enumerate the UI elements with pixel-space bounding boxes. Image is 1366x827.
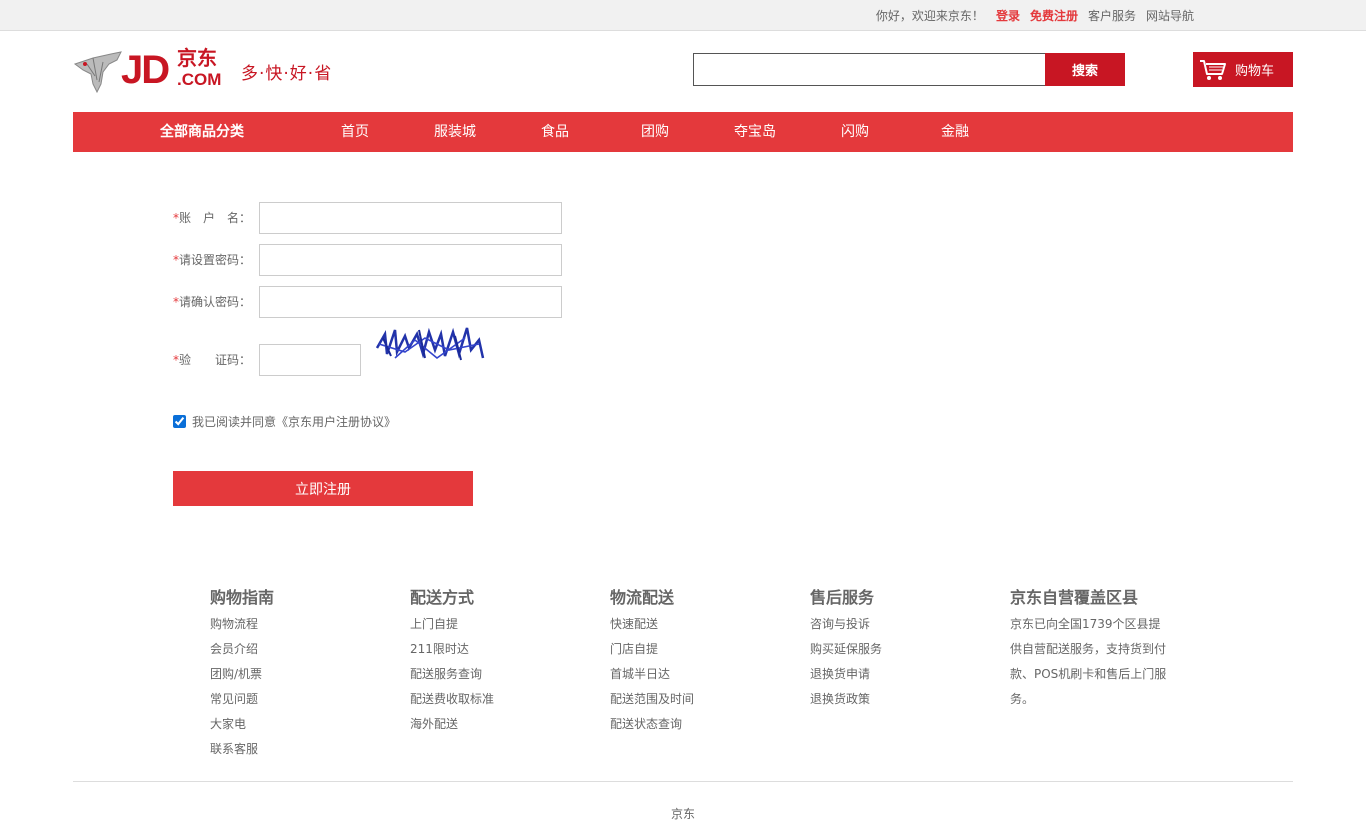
footer-link[interactable]: 购买延保服务 [810, 637, 882, 662]
greeting-text: 你好，欢迎来京东！ [875, 9, 984, 23]
customer-service-link[interactable]: 客户服务 [1088, 7, 1136, 24]
logo-com-text: .COM [177, 70, 222, 89]
footer-column-title: 京东自营覆盖区县 [1010, 588, 1139, 607]
footer-link[interactable]: 配送费收取标准 [410, 687, 494, 712]
username-row: *账 户 名： [173, 202, 673, 234]
footer-link[interactable]: 常见问题 [210, 687, 274, 712]
footer-column-delivery-methods: 配送方式 上门自提 211限时达 配送服务查询 配送费收取标准 海外配送 [410, 586, 494, 737]
main-nav: 全部商品分类 首页 服装城 食品 团购 夺宝岛 闪购 金融 [73, 112, 1293, 152]
footer-column-title: 售后服务 [810, 588, 875, 607]
nav-all-categories[interactable]: 全部商品分类 [160, 112, 244, 152]
footer-column-after-sales: 售后服务 咨询与投诉 购买延保服务 退换货申请 退换货政策 [810, 586, 882, 712]
password-label: *请设置密码： [173, 253, 252, 267]
footer-coverage-text: 京东已向全国1739个区县提供自营配送服务，支持货到付款、POS机刷卡和售后上门… [1010, 617, 1167, 706]
confirm-password-input[interactable] [259, 286, 562, 318]
footer-link[interactable]: 退换货申请 [810, 662, 882, 687]
register-link[interactable]: 免费注册 [1030, 7, 1078, 24]
footer-link[interactable]: 海外配送 [410, 712, 494, 737]
password-row: *请设置密码： [173, 244, 673, 276]
search-button[interactable]: 搜索 [1045, 53, 1125, 86]
shopping-cart-icon [1200, 59, 1226, 80]
footer-link[interactable]: 首城半日达 [610, 662, 694, 687]
footer-link[interactable]: 快速配送 [610, 612, 694, 637]
jd-dog-logo-icon [73, 51, 122, 94]
username-label: *账 户 名： [173, 211, 252, 225]
footer-link[interactable]: 211限时达 [410, 637, 494, 662]
footer-link[interactable]: 配送范围及时间 [610, 687, 694, 712]
register-submit-button[interactable]: 立即注册 [173, 471, 473, 506]
cart-label: 购物车 [1235, 64, 1275, 79]
footer-column-title: 购物指南 [210, 588, 275, 607]
footer-link[interactable]: 退换货政策 [810, 687, 882, 712]
nav-item-clothing[interactable]: 服装城 [415, 112, 495, 152]
footer-link[interactable]: 会员介绍 [210, 637, 274, 662]
footer-link[interactable]: 配送状态查询 [610, 712, 694, 737]
cart-button[interactable]: 购物车 [1193, 52, 1293, 87]
login-link[interactable]: 登录 [996, 7, 1020, 24]
footer-link[interactable]: 大家电 [210, 712, 274, 737]
confirm-password-row: *请确认密码： [173, 286, 673, 318]
footer-link[interactable]: 团购/机票 [210, 662, 274, 687]
agreement-checkbox[interactable] [173, 415, 186, 428]
jd-logo[interactable]: JD 京东 .COM 多·快·好·省 [73, 46, 353, 98]
nav-item-group-buy[interactable]: 团购 [615, 112, 695, 152]
nav-item-auction[interactable]: 夺宝岛 [715, 112, 795, 152]
agreement-text[interactable]: 我已阅读并同意《京东用户注册协议》 [192, 413, 396, 430]
footer-link[interactable]: 门店自提 [610, 637, 694, 662]
username-input[interactable] [259, 202, 562, 234]
logo-jd-text: JD [121, 48, 170, 92]
logo-slogan: 多·快·好·省 [241, 64, 333, 84]
confirm-password-label: *请确认密码： [173, 295, 252, 309]
footer-column-title: 配送方式 [410, 588, 475, 607]
nav-item-food[interactable]: 食品 [515, 112, 595, 152]
top-bar: 你好，欢迎来京东！ 登录 免费注册 客户服务 网站导航 [0, 0, 1366, 31]
search-bar: 搜索 [693, 53, 1125, 86]
footer-column-shopping-guide: 购物指南 购物流程 会员介绍 团购/机票 常见问题 大家电 联系客服 [210, 586, 274, 762]
footer-column-coverage: 京东自营覆盖区县 京东已向全国1739个区县提供自营配送服务，支持货到付款、PO… [1010, 586, 1170, 712]
footer-link[interactable]: 购物流程 [210, 612, 274, 637]
captcha-label: *验 证码： [173, 353, 252, 367]
footer-divider [73, 781, 1293, 782]
captcha-input[interactable] [259, 344, 361, 376]
password-input[interactable] [259, 244, 562, 276]
footer-link[interactable]: 上门自提 [410, 612, 494, 637]
footer-link[interactable]: 咨询与投诉 [810, 612, 882, 637]
nav-item-flash-sale[interactable]: 闪购 [815, 112, 895, 152]
footer-column-title: 物流配送 [610, 588, 675, 607]
footer-column-logistics: 物流配送 快速配送 门店自提 首城半日达 配送范围及时间 配送状态查询 [610, 586, 694, 737]
footer-link[interactable]: 配送服务查询 [410, 662, 494, 687]
captcha-image[interactable] [375, 324, 487, 368]
nav-item-finance[interactable]: 金融 [915, 112, 995, 152]
site-nav-link[interactable]: 网站导航 [1146, 7, 1194, 24]
nav-item-home[interactable]: 首页 [315, 112, 395, 152]
top-bar-links: 你好，欢迎来京东！ 登录 免费注册 客户服务 网站导航 [876, 0, 1194, 31]
footer-copyright: 京东 [670, 807, 695, 821]
footer-link[interactable]: 联系客服 [210, 737, 274, 762]
logo-jingdong-text: 京东 [177, 46, 217, 70]
search-input[interactable] [693, 53, 1045, 86]
agreement-row[interactable]: 我已阅读并同意《京东用户注册协议》 [173, 413, 396, 430]
